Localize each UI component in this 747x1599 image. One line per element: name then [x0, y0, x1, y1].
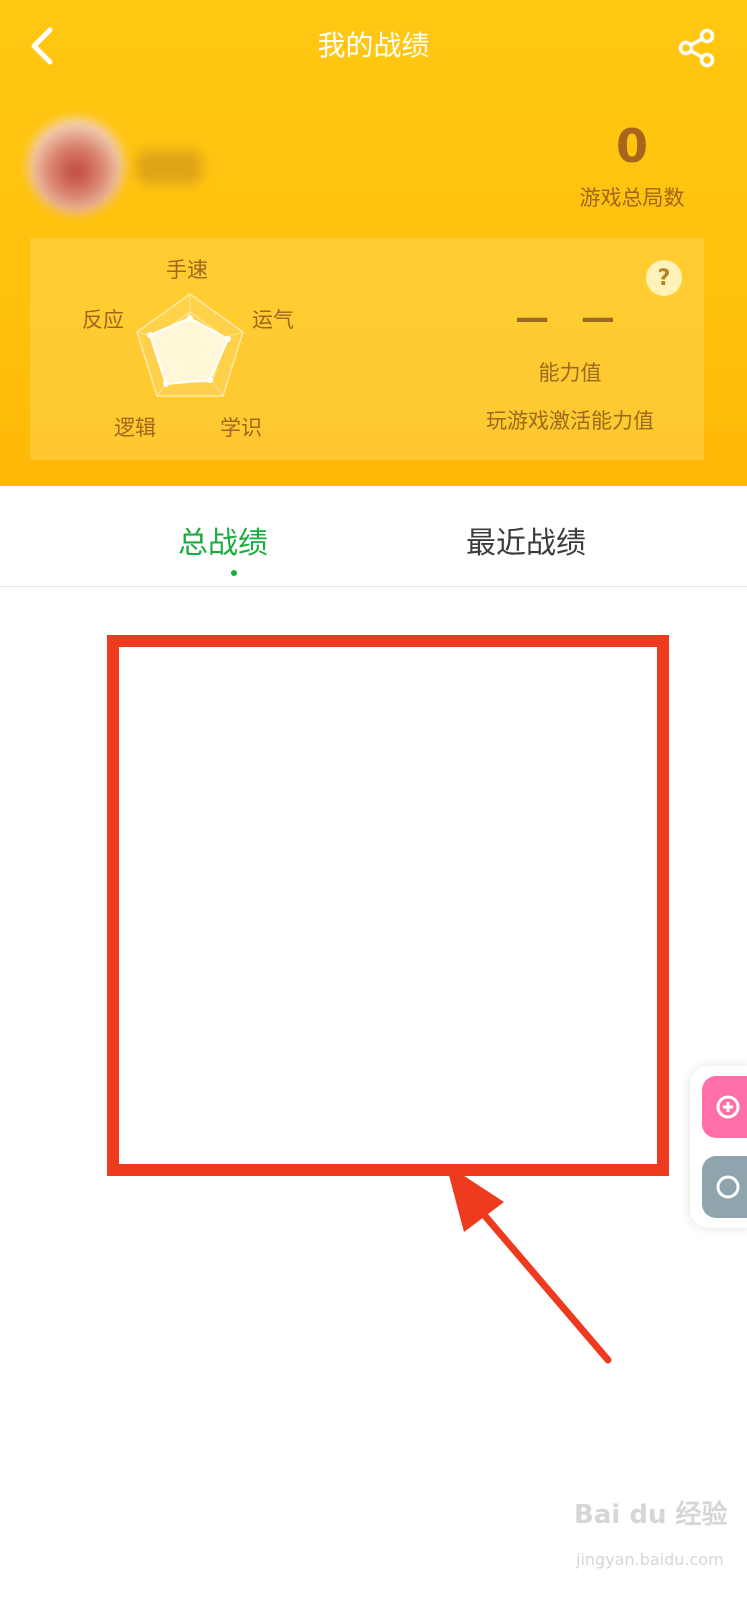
question-icon: ? — [657, 265, 671, 291]
ability-value: — — — [515, 298, 625, 338]
ability-panel: 手速 运气 学识 逻辑 反应 ? — — 能力值 玩游戏激活能力值 — [30, 238, 704, 460]
ability-hint: 玩游戏激活能力值 — [486, 409, 654, 433]
total-games: 0 游戏总局数 — [547, 118, 717, 214]
share-button[interactable] — [673, 24, 721, 72]
header: 我的战绩 0 游戏总局数 手速 运气 学识 逻辑 反应 ? — — 能力值 玩游… — [0, 0, 747, 486]
tab-recent-record[interactable]: 最近战绩 — [416, 522, 636, 566]
username — [136, 150, 202, 184]
watermark: Bai du 经验 jingyan.baidu.com — [568, 1488, 738, 1578]
watermark-url: jingyan.baidu.com — [576, 1550, 724, 1569]
avatar[interactable] — [28, 118, 124, 214]
tab-total-record[interactable]: 总战绩 — [113, 522, 333, 566]
watermark-logo: Bai du 经验 — [574, 1500, 728, 1530]
ability-label: 能力值 — [538, 361, 602, 385]
page-title: 我的战绩 — [317, 29, 430, 62]
active-tab-indicator — [231, 570, 237, 576]
tab-bar: 总战绩 最近战绩 — [0, 486, 747, 587]
plus-icon — [716, 1095, 740, 1119]
axis-label-luck: 运气 — [252, 308, 294, 332]
radar-chart — [136, 293, 244, 397]
annotation-highlight-box — [107, 635, 669, 1176]
axis-label-knowledge: 学识 — [220, 416, 262, 440]
annotation-arrow — [446, 1164, 612, 1364]
axis-label-hand-speed: 手速 — [166, 258, 208, 282]
chat-icon — [716, 1175, 740, 1199]
axis-label-logic: 逻辑 — [114, 416, 156, 440]
help-button[interactable]: ? — [646, 260, 682, 296]
share-icon — [678, 28, 715, 68]
axis-label-reaction: 反应 — [82, 308, 124, 332]
total-games-value: 0 — [615, 119, 648, 173]
floating-chat-button[interactable] — [702, 1156, 747, 1218]
total-games-label: 游戏总局数 — [579, 186, 685, 210]
floating-add-button[interactable] — [702, 1076, 747, 1138]
